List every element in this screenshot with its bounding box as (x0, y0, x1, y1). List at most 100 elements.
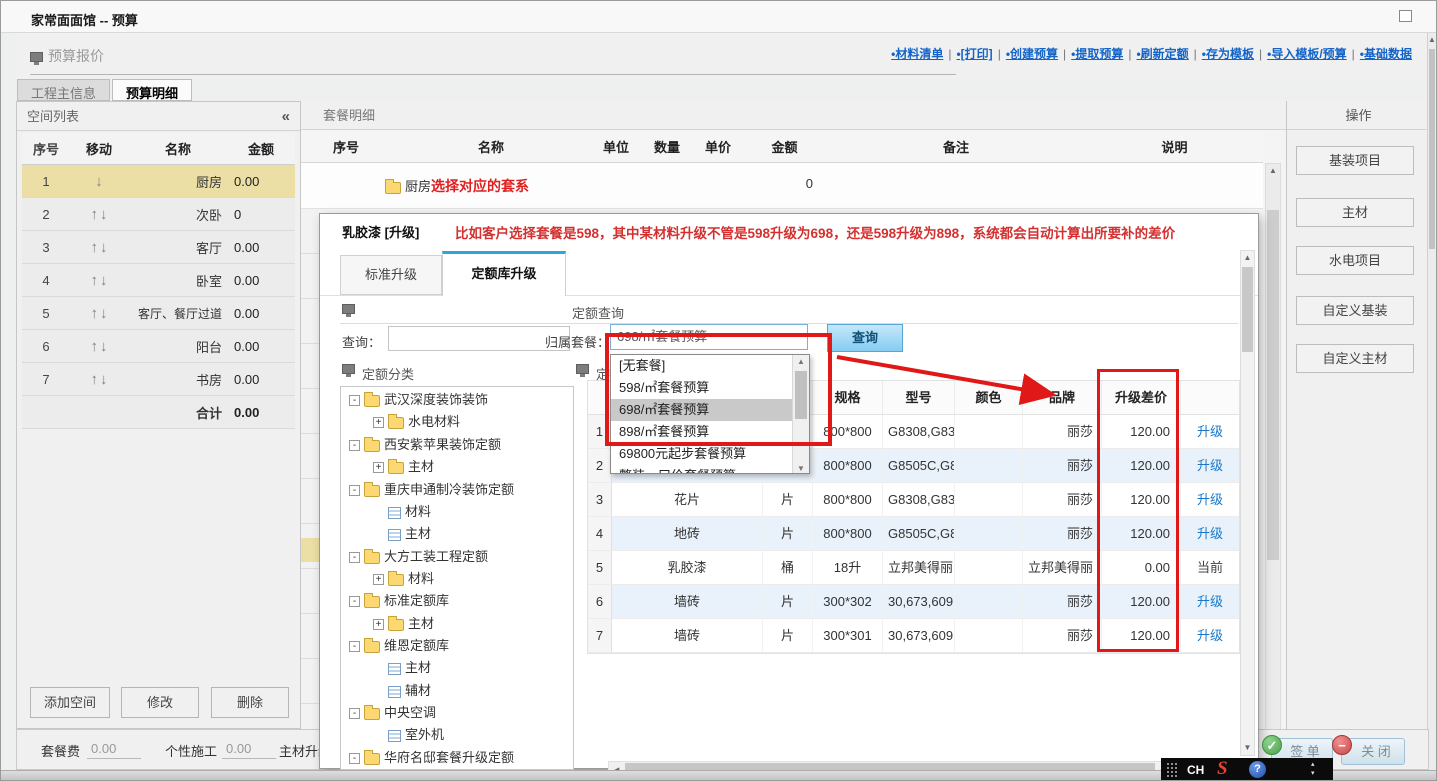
quota-row[interactable]: 7 墙砖 片 300*301 30,673,609 丽莎 120.00 升级 (588, 619, 1239, 653)
tree-node[interactable]: -标准定额库 (349, 591, 449, 611)
quota-row[interactable]: 3 花片 片 800*800 G8308,G83 丽莎 120.00 升级 (588, 483, 1239, 517)
scrollbar-thumb[interactable] (1267, 210, 1279, 560)
upgrade-link[interactable]: 升级 (1181, 517, 1239, 550)
window-scrollbar[interactable]: ▲ (1427, 33, 1436, 780)
move-down-icon[interactable]: ↓ (95, 173, 103, 190)
scrollbar-thumb[interactable] (1429, 49, 1435, 249)
dropdown-option[interactable]: 898/㎡套餐预算 (611, 421, 809, 443)
move-down-icon[interactable]: ↓ (100, 272, 108, 289)
collapse-node-icon[interactable]: - (349, 440, 360, 451)
scroll-up-icon[interactable]: ▲ (793, 357, 809, 366)
dropdown-option[interactable]: 598/㎡套餐预算 (611, 377, 809, 399)
restore-window-icon[interactable] (1399, 10, 1412, 22)
vertical-scrollbar[interactable]: ▲ ▼ (1265, 163, 1281, 755)
scrollbar-thumb[interactable] (795, 371, 807, 419)
expand-node-icon[interactable]: + (373, 417, 384, 428)
space-row[interactable]: 1 ↓ 厨房 0.00 (22, 165, 295, 198)
tree-node[interactable]: 主材 (373, 524, 431, 544)
space-row[interactable]: 7 ↑↓ 书房 0.00 (22, 363, 295, 396)
link-base-data[interactable]: •基础数据 (1360, 47, 1412, 61)
expand-node-icon[interactable]: + (373, 574, 384, 585)
move-down-icon[interactable]: ↓ (100, 338, 108, 355)
space-row[interactable]: 4 ↑↓ 卧室 0.00 (22, 264, 295, 297)
edit-space-button[interactable]: 修改 (121, 687, 199, 718)
collapse-node-icon[interactable]: - (349, 485, 360, 496)
tree-node[interactable]: 材料 (373, 502, 431, 522)
tree-node[interactable]: +材料 (373, 569, 434, 589)
dropdown-option[interactable]: [无套餐] (611, 355, 809, 377)
tree-node[interactable]: +水电材料 (373, 412, 460, 432)
link-extract-budget[interactable]: •提取预算 (1071, 47, 1123, 61)
link-print[interactable]: •[打印] (956, 47, 992, 61)
link-import-template[interactable]: •导入模板/预算 (1267, 47, 1347, 61)
dialog-vertical-scrollbar[interactable]: ▲ ▼ (1240, 250, 1255, 756)
scroll-up-icon[interactable]: ▲ (1241, 251, 1254, 265)
tree-node[interactable]: -重庆申通制冷装饰定额 (349, 480, 514, 500)
tab-budget-detail[interactable]: 预算明细 (112, 79, 192, 101)
quota-row[interactable]: 4 地砖 片 800*800 G8505C,G8 丽莎 120.00 升级 (588, 517, 1239, 551)
collapse-node-icon[interactable]: - (349, 395, 360, 406)
move-up-icon[interactable]: ↑ (91, 371, 99, 388)
base-project-button[interactable]: 基装项目 (1296, 146, 1414, 175)
quota-row[interactable]: 5 乳胶漆 桶 18升 立邦美得丽 立邦美得丽 0.00 当前 (588, 551, 1239, 585)
space-row[interactable]: 2 ↑↓ 次卧 0 (22, 198, 295, 231)
tree-node[interactable]: 室外机 (373, 725, 444, 745)
tree-node[interactable]: 主材 (373, 658, 431, 678)
collapse-node-icon[interactable]: - (349, 708, 360, 719)
upgrade-link[interactable]: 升级 (1181, 619, 1239, 652)
dropdown-scrollbar[interactable]: ▲ ▼ (792, 355, 809, 474)
move-down-icon[interactable]: ↓ (100, 206, 108, 223)
upgrade-link[interactable]: 升级 (1181, 415, 1239, 448)
input-language-indicator[interactable]: CH (1187, 763, 1204, 777)
collapse-node-icon[interactable]: - (349, 753, 360, 764)
scroll-up-icon[interactable]: ▲ (1266, 164, 1280, 178)
move-up-icon[interactable]: ↑ (91, 338, 99, 355)
move-up-icon[interactable]: ↑ (91, 239, 99, 256)
quota-row[interactable]: 6 墙砖 片 300*302 30,673,609 丽莎 120.00 升级 (588, 585, 1239, 619)
scroll-up-icon[interactable]: ▲ (1428, 33, 1436, 47)
scrollbar-thumb[interactable] (1242, 267, 1253, 352)
upgrade-link[interactable]: 升级 (1181, 483, 1239, 516)
query-button[interactable]: 查询 (827, 324, 903, 352)
move-down-icon[interactable]: ↓ (100, 305, 108, 322)
tree-node[interactable]: +主材 (373, 457, 434, 477)
link-refresh-quota[interactable]: •刷新定额 (1136, 47, 1188, 61)
upgrade-link[interactable]: 升级 (1181, 449, 1239, 482)
space-row[interactable]: 6 ↑↓ 阳台 0.00 (22, 330, 295, 363)
move-down-icon[interactable]: ↓ (100, 239, 108, 256)
dropdown-option-selected[interactable]: 698/㎡套餐预算 (611, 399, 809, 421)
move-up-icon[interactable]: ↑ (91, 206, 99, 223)
package-combobox[interactable]: 698/㎡套餐预算 (610, 324, 808, 350)
collapse-node-icon[interactable]: - (349, 552, 360, 563)
tree-node[interactable]: -维恩定额库 (349, 636, 449, 656)
tree-node[interactable]: -中央空调 (349, 703, 436, 723)
dropdown-option[interactable]: 69800元起步套餐预算 (611, 443, 809, 465)
space-row[interactable]: 3 ↑↓ 客厅 0.00 (22, 231, 295, 264)
move-down-icon[interactable]: ↓ (100, 371, 108, 388)
link-create-budget[interactable]: •创建预算 (1006, 47, 1058, 61)
tree-node[interactable]: 辅材 (373, 681, 431, 701)
expand-node-icon[interactable]: + (373, 619, 384, 630)
tree-node[interactable]: -武汉深度装饰装饰 (349, 390, 488, 410)
collapse-node-icon[interactable]: - (349, 641, 360, 652)
link-material-list[interactable]: •材料清单 (891, 47, 943, 61)
custom-material-button[interactable]: 自定义主材 (1296, 344, 1414, 373)
move-up-icon[interactable]: ↑ (91, 305, 99, 322)
tab-standard-upgrade[interactable]: 标准升级 (340, 255, 442, 295)
help-icon[interactable]: ? (1249, 761, 1266, 778)
sogou-ime-icon[interactable]: S (1217, 758, 1228, 780)
delete-space-button[interactable]: 删除 (211, 687, 289, 718)
detail-row-kitchen[interactable]: 厨房 选择对应的套系 0 (301, 163, 1263, 209)
collapse-panel-icon[interactable]: « (282, 102, 290, 131)
space-row[interactable]: 5 ↑↓ 客厅、餐厅过道 0.00 (22, 297, 295, 330)
scroll-down-icon[interactable]: ▼ (793, 464, 809, 473)
plumbing-project-button[interactable]: 水电项目 (1296, 246, 1414, 275)
tree-node[interactable]: -华府名邸套餐升级定额 (349, 748, 514, 768)
tree-node[interactable]: -大方工装工程定额 (349, 547, 488, 567)
tree-node[interactable]: +主材 (373, 614, 434, 634)
move-up-icon[interactable]: ↑ (91, 272, 99, 289)
expand-node-icon[interactable]: + (373, 462, 384, 473)
dropdown-option[interactable]: 整装一口价套餐预算 (611, 465, 809, 474)
tab-quota-upgrade[interactable]: 定额库升级 (442, 251, 566, 296)
custom-base-button[interactable]: 自定义基装 (1296, 296, 1414, 325)
